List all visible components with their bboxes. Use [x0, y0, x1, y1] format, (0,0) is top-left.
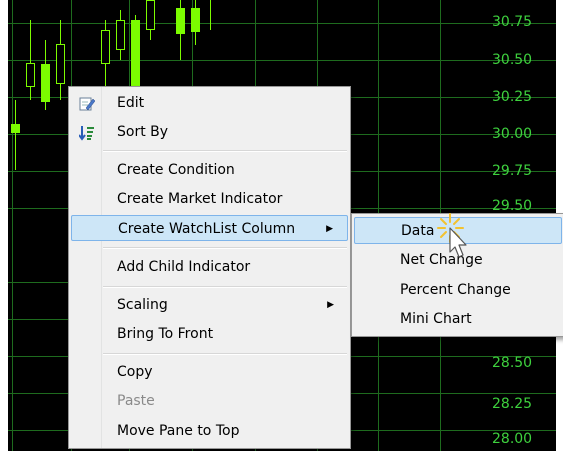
- price-label: 28.50: [492, 355, 533, 371]
- price-label: 30.50: [492, 52, 533, 68]
- price-label: 28.00: [492, 431, 533, 447]
- submenu-item-percent-change[interactable]: Percent Change: [354, 277, 562, 304]
- submenu-item-mini-chart[interactable]: Mini Chart: [354, 306, 562, 333]
- menu-item-label: Edit: [117, 95, 145, 111]
- menu-item-move-pane-to-top[interactable]: Move Pane to Top: [71, 418, 348, 444]
- price-label: 29.75: [492, 163, 533, 179]
- menu-item-label: Paste: [117, 393, 155, 409]
- grid-line: [8, 23, 556, 24]
- menu-item-bring-to-front[interactable]: Bring To Front: [71, 321, 348, 347]
- price-label: 30.25: [492, 89, 533, 105]
- price-label: 28.25: [492, 396, 533, 412]
- price-label: 29.50: [492, 198, 533, 214]
- menu-separator: [103, 353, 347, 355]
- menu-item-label: Add Child Indicator: [117, 259, 251, 275]
- menu-item-label: Create WatchList Column: [118, 221, 296, 237]
- app-window: 30.75 30.50 30.25 30.00 29.75 29.50 28.5…: [0, 0, 563, 451]
- grid-line: [12, 0, 13, 451]
- menu-item-create-condition[interactable]: Create Condition: [71, 157, 348, 183]
- menu-item-copy[interactable]: Copy: [71, 359, 348, 385]
- menu-item-add-child-indicator[interactable]: Add Child Indicator: [71, 254, 348, 280]
- sort-icon: [78, 124, 95, 141]
- menu-separator: [103, 150, 347, 152]
- submenu-item-label: Percent Change: [400, 282, 511, 298]
- submenu-item-label: Mini Chart: [400, 311, 472, 327]
- menu-separator: [103, 286, 347, 288]
- menu-item-label: Create Market Indicator: [117, 191, 283, 207]
- price-label: 30.75: [492, 14, 533, 30]
- menu-item-label: Move Pane to Top: [117, 423, 240, 439]
- menu-item-scaling[interactable]: Scaling ▶: [71, 292, 348, 318]
- menu-separator: [103, 247, 347, 249]
- menu-item-edit[interactable]: Edit: [71, 90, 348, 116]
- context-menu: Edit Sort By Create Condition Create Mar…: [68, 86, 351, 449]
- edit-icon: [79, 95, 96, 111]
- menu-item-label: Bring To Front: [117, 326, 214, 342]
- grid-line: [8, 60, 556, 61]
- menu-item-label: Sort By: [117, 124, 169, 140]
- menu-item-label: Copy: [117, 364, 153, 380]
- submenu-item-label: Data: [401, 223, 435, 239]
- menu-item-paste: Paste: [71, 388, 348, 414]
- menu-item-create-watchlist-column[interactable]: Create WatchList Column ▶: [71, 215, 348, 241]
- price-label: 30.00: [492, 126, 533, 142]
- menu-item-sort-by[interactable]: Sort By: [71, 119, 348, 145]
- mouse-cursor-icon: [436, 212, 476, 262]
- menu-item-label: Scaling: [117, 297, 168, 313]
- menu-item-create-market-indicator[interactable]: Create Market Indicator: [71, 186, 348, 212]
- menu-item-label: Create Condition: [117, 162, 235, 178]
- submenu-arrow-icon: ▶: [326, 224, 333, 234]
- submenu-arrow-icon: ▶: [327, 300, 334, 310]
